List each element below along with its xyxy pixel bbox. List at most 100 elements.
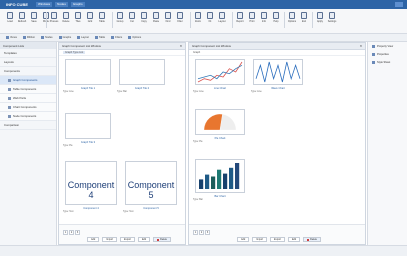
layout-icon <box>77 36 81 39</box>
component-tile[interactable]: Graph Tile 3 Type: Pie <box>63 113 113 148</box>
bar-A <box>199 179 204 189</box>
delete-button[interactable]: Delete <box>303 237 322 242</box>
nav-item-table-components[interactable]: Table Components <box>0 85 56 94</box>
ribbon-button[interactable]: Info <box>260 12 268 23</box>
nav-item-web-parts[interactable]: Web Parts <box>0 94 56 103</box>
tile-thumbnail <box>195 109 245 135</box>
center-panel: Graph Component List Window ✕ Graph Type… <box>58 42 186 245</box>
tile-meta: Type: Text <box>63 211 74 213</box>
add-button[interactable]: Add <box>237 237 250 242</box>
component-tile[interactable]: Graph Tile 1 Type: Line <box>63 59 113 94</box>
ribbon-toolbar: Load Refresh Save Mode Process Delete Ti… <box>0 9 407 34</box>
ribbon-group: Report Print Info Help <box>236 12 280 23</box>
ribbon-button[interactable]: Layout <box>218 12 226 23</box>
title-tag[interactable]: Graphs <box>70 2 85 7</box>
properties-item[interactable]: Properties <box>368 50 407 58</box>
title-tag[interactable]: Windows <box>36 2 53 7</box>
ribbon-button[interactable]: Copy <box>140 12 148 23</box>
edit-button[interactable]: Edit <box>287 237 301 242</box>
graph-icon <box>8 78 11 82</box>
export-button[interactable]: Export <box>120 237 135 242</box>
import-button[interactable]: Import <box>102 237 118 242</box>
ribbon-button[interactable]: Exit <box>300 12 308 23</box>
ribbon-button[interactable]: Save <box>30 12 38 23</box>
component-tile[interactable]: Component 4 Component 4 Type: Text <box>63 161 119 214</box>
ribbon-button[interactable]: Process <box>50 12 58 23</box>
component-tile[interactable]: Component 5 Component 5 Type: Text <box>123 161 179 214</box>
style-sheet-item[interactable]: Style Sheet <box>368 58 407 66</box>
add-button[interactable]: Add <box>87 237 100 242</box>
quick-item[interactable]: Layout <box>77 36 89 39</box>
ribbon-button[interactable]: Options <box>288 12 296 23</box>
property-view-item[interactable]: Property View <box>368 42 407 50</box>
tile-meta: Type: Line <box>251 91 262 93</box>
nav-item-layouts[interactable]: Layouts <box>0 58 56 67</box>
nav-item-graph-components[interactable]: Graph Components <box>0 76 56 85</box>
title-tags: Windows Nodes Graphs <box>36 2 85 7</box>
ribbon-button[interactable]: Cut <box>128 12 136 23</box>
page-button[interactable]: 2 <box>69 230 74 235</box>
page-button[interactable]: 1 <box>63 230 68 235</box>
options-icon <box>128 36 132 39</box>
ribbon-button[interactable]: Settings <box>328 12 336 23</box>
ribbon-group: Group Cut Copy Paste Find Filter <box>116 12 184 23</box>
ribbon-button[interactable]: Delete <box>62 12 70 23</box>
view-icon <box>6 36 9 39</box>
quick-item[interactable]: Options <box>128 36 141 39</box>
ribbon-button[interactable]: Group <box>116 12 124 23</box>
page-button[interactable]: 3 <box>75 230 80 235</box>
ribbon-button[interactable]: Print <box>248 12 256 23</box>
quick-item[interactable]: Graphs <box>58 36 71 39</box>
nav-item-components[interactable]: Components <box>0 67 56 76</box>
tile-meta: Type: Bar <box>117 91 127 93</box>
delete-button[interactable]: Delete <box>153 237 172 242</box>
page-button[interactable]: 3 <box>205 230 210 235</box>
component-tile[interactable]: Pie Chart Type: Pie <box>193 109 247 144</box>
panel-header: Graph Component List Window ✕ <box>59 43 185 50</box>
tile-thumbnail <box>119 59 165 85</box>
page-button[interactable]: 2 <box>199 230 204 235</box>
import-button[interactable]: Import <box>252 237 268 242</box>
nav-item-node-components[interactable]: Node Components <box>0 112 56 121</box>
status-bar <box>0 245 407 256</box>
edit-button[interactable]: Edit <box>137 237 151 242</box>
refresh-icon <box>19 12 25 19</box>
close-icon[interactable]: ✕ <box>360 44 362 48</box>
chart-icon <box>8 105 11 109</box>
ribbon-button[interactable]: Load <box>6 12 14 23</box>
ribbon-button[interactable]: Filter <box>176 12 184 23</box>
ribbon-button[interactable]: Zoom <box>194 12 202 23</box>
ribbon-button[interactable]: Fit <box>206 12 214 23</box>
page-button[interactable]: 1 <box>193 230 198 235</box>
ribbon-separator <box>112 12 113 28</box>
title-tag[interactable]: Nodes <box>55 2 68 7</box>
tile-thumbnail: Component 5 <box>125 161 177 205</box>
component-tile[interactable]: Graph Tile 2 Type: Bar <box>117 59 167 94</box>
ribbon-button[interactable]: Tiles <box>74 12 82 23</box>
nav-item-chart-components[interactable]: Chart Components <box>0 103 56 112</box>
tile-name: Bar Chart <box>214 195 226 198</box>
delete-icon <box>157 238 160 241</box>
ribbon-button[interactable]: Grid <box>86 12 94 23</box>
quick-item[interactable]: Ribbon <box>22 36 35 39</box>
ribbon-button[interactable]: Apply <box>316 12 324 23</box>
component-tile[interactable]: Wave Chart Type: Line <box>251 59 305 94</box>
ribbon-button[interactable]: Table <box>98 12 106 23</box>
quick-item[interactable]: Views <box>6 36 17 39</box>
ribbon-button[interactable]: Help <box>272 12 280 23</box>
quick-item[interactable]: Table <box>94 36 105 39</box>
filter-icon <box>177 12 183 19</box>
window-control[interactable] <box>395 2 403 7</box>
close-icon[interactable]: ✕ <box>180 44 182 48</box>
quick-item[interactable]: Nodes <box>41 36 53 39</box>
nav-item-comparison[interactable]: Comparison <box>0 121 56 130</box>
ribbon-button[interactable]: Refresh <box>18 12 26 23</box>
component-tile[interactable]: Line Chart Type: Line <box>193 59 247 94</box>
ribbon-button[interactable]: Report <box>236 12 244 23</box>
export-button[interactable]: Export <box>270 237 285 242</box>
nav-item-templates[interactable]: Templates <box>0 49 56 58</box>
component-tile[interactable]: Bar Chart Type: Bar <box>193 159 247 202</box>
ribbon-button[interactable]: Paste <box>152 12 160 23</box>
ribbon-button[interactable]: Find <box>164 12 172 23</box>
quick-item[interactable]: Filters <box>111 36 122 39</box>
